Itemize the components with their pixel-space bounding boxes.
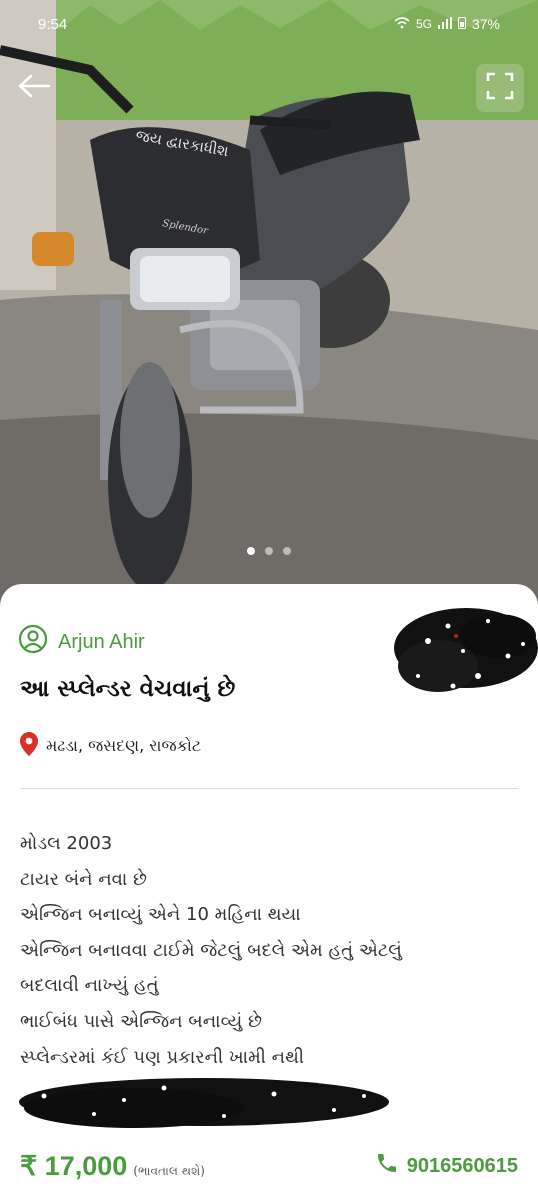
listing-location: મઢડા, જસદણ, રાજકોટ — [20, 732, 201, 760]
fullscreen-icon — [486, 72, 514, 104]
carousel-dot[interactable] — [265, 547, 273, 555]
seller-profile-link[interactable]: Arjun Ahir — [18, 624, 145, 660]
redaction-scribble — [378, 596, 538, 710]
price: ₹ 17,000 — [20, 1150, 128, 1181]
description-line: ટાયર બંને નવા છે — [20, 868, 147, 890]
divider — [20, 788, 518, 789]
carousel-indicator — [0, 547, 538, 555]
status-bar: 9:54 5G 37% — [0, 0, 538, 48]
battery-icon — [457, 16, 466, 32]
battery-percent: 37% — [471, 16, 500, 32]
signal-icon — [437, 16, 452, 32]
negotiable-note: (ભાવતાલ થશે) — [133, 1163, 205, 1178]
phone-number: 9016560615 — [406, 1154, 518, 1177]
description-line: ભાઈબંધ પાસે એન્જિન બનાવ્યું છે — [20, 1010, 262, 1032]
description-line: એન્જિન બનાવ્યું એને 10 મહિના થયા — [20, 904, 301, 926]
wifi-icon — [394, 16, 410, 32]
user-circle-icon — [18, 624, 48, 660]
price-block: ₹ 17,000 (ભાવતાલ થશે) — [20, 1151, 205, 1182]
carousel-dot[interactable] — [247, 547, 255, 555]
redaction-scribble — [14, 1066, 394, 1140]
description-line: બદલાવી નાખ્યું હતું — [20, 975, 159, 997]
back-button[interactable] — [14, 68, 54, 108]
listing-photo-carousel[interactable]: જય દ્વારકાધીશ Splendor 9:54 5G 37% — [0, 0, 538, 610]
arrow-left-icon — [17, 74, 51, 102]
motorcycle-photo: જય દ્વારકાધીશ Splendor — [0, 0, 538, 610]
network-label: 5G — [415, 17, 432, 31]
fullscreen-button[interactable] — [476, 64, 524, 112]
listing-footer: ₹ 17,000 (ભાવતાલ થશે) 9016560615 — [0, 1144, 538, 1188]
listing-title: આ સ્પ્લેન્ડર વેચવાનું છે — [20, 676, 236, 702]
description-line: એન્જિન બનાવવા ટાઈમે જેટલું બદલે એમ હતું … — [20, 939, 402, 961]
seller-name: Arjun Ahir — [58, 630, 145, 653]
status-icons: 5G 37% — [394, 16, 500, 32]
status-time: 9:54 — [38, 15, 68, 33]
phone-icon — [375, 1151, 399, 1181]
call-button[interactable]: 9016560615 — [375, 1151, 518, 1181]
location-pin-icon — [20, 732, 38, 760]
description-line: મોડલ 2003 — [20, 833, 113, 854]
listing-description: મોડલ 2003 ટાયર બંને નવા છે એન્જિન બનાવ્ય… — [20, 826, 520, 1075]
location-text: મઢડા, જસદણ, રાજકોટ — [46, 736, 202, 755]
listing-details-card: Arjun Ahir આ સ્પ્લેન્ડર વેચવાનું છે મઢડા… — [0, 584, 538, 1200]
carousel-dot[interactable] — [283, 547, 291, 555]
